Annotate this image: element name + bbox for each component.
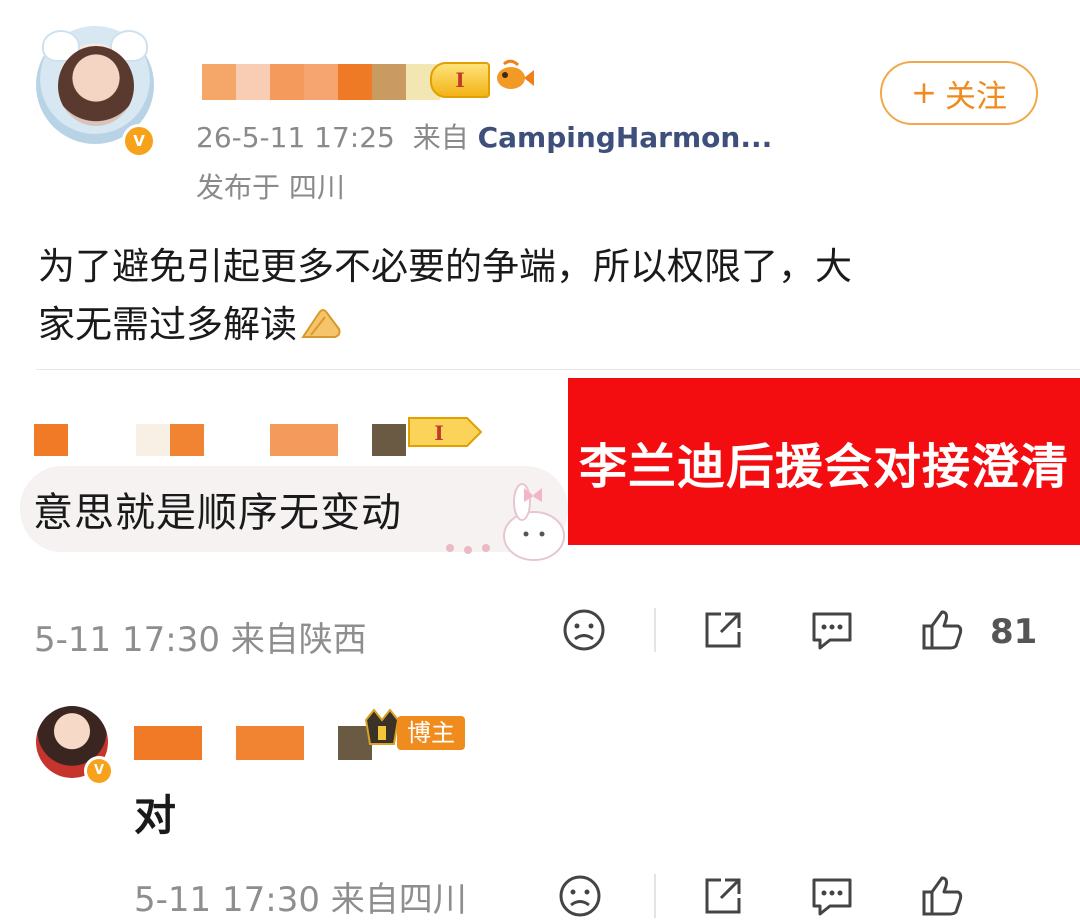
post-source-prefix: 来自 bbox=[412, 121, 469, 154]
thumbs-up-icon[interactable] bbox=[918, 872, 966, 920]
plus-icon: + bbox=[911, 75, 937, 111]
follow-button-label: 关注 bbox=[944, 78, 1007, 115]
fish-icon bbox=[497, 59, 534, 89]
verified-badge-icon: V bbox=[122, 124, 156, 158]
section-divider bbox=[36, 369, 1080, 370]
reply-text: 对 bbox=[134, 791, 177, 840]
blogger-tag: 博主 bbox=[397, 716, 465, 750]
bunny-sticker-icon bbox=[446, 483, 565, 561]
post-source-device[interactable]: CampingHarmon... bbox=[478, 121, 773, 154]
post-location: 发布于 四川 bbox=[196, 171, 345, 204]
comment-icon[interactable] bbox=[808, 606, 856, 654]
share-icon[interactable] bbox=[699, 872, 747, 920]
thumbs-up-icon[interactable] bbox=[918, 606, 966, 654]
comment-author-name-redacted[interactable] bbox=[34, 424, 454, 456]
reply-meta: 5-11 17:30 来自四川 bbox=[134, 880, 467, 920]
post-author-name-redacted[interactable] bbox=[202, 64, 440, 100]
post-timestamp: 26-5-11 17:25 bbox=[196, 121, 395, 154]
reply-verified-badge-icon: V bbox=[84, 756, 114, 786]
post-author-avatar[interactable]: V bbox=[36, 26, 156, 158]
sad-face-icon[interactable] bbox=[560, 606, 608, 654]
sad-face-icon[interactable] bbox=[556, 872, 604, 920]
like-count: 81 bbox=[990, 612, 1038, 652]
comment-text: 意思就是顺序无变动 bbox=[33, 490, 402, 536]
overlay-caption-banner: 李兰迪后援会对接澄清 bbox=[568, 378, 1080, 545]
post-body: 为了避免引起更多不必要的争端，所以权限了，大 家无需过多解读 bbox=[38, 238, 1038, 354]
follow-button[interactable]: + 关注 bbox=[880, 61, 1038, 125]
avatar-photo bbox=[58, 46, 134, 126]
action-separator bbox=[654, 874, 656, 918]
comment-meta: 5-11 17:30 来自陕西 bbox=[34, 620, 367, 660]
user-level-badge: I bbox=[430, 62, 490, 98]
comment-icon[interactable] bbox=[808, 872, 856, 920]
pray-hands-icon bbox=[301, 309, 341, 338]
post-body-line-1: 为了避免引起更多不必要的争端，所以权限了，大 bbox=[38, 245, 852, 288]
crown-icon bbox=[364, 708, 400, 745]
comment-level-badge: I bbox=[408, 417, 483, 447]
post-meta: 26-5-11 17:25 来自 CampingHarmon... bbox=[196, 116, 772, 156]
comment-level-mark: I bbox=[434, 421, 443, 445]
post-body-line-2: 家无需过多解读 bbox=[38, 296, 1038, 354]
action-separator bbox=[654, 608, 656, 652]
post-body-line-2-text: 家无需过多解读 bbox=[38, 303, 297, 346]
share-icon[interactable] bbox=[699, 606, 747, 654]
